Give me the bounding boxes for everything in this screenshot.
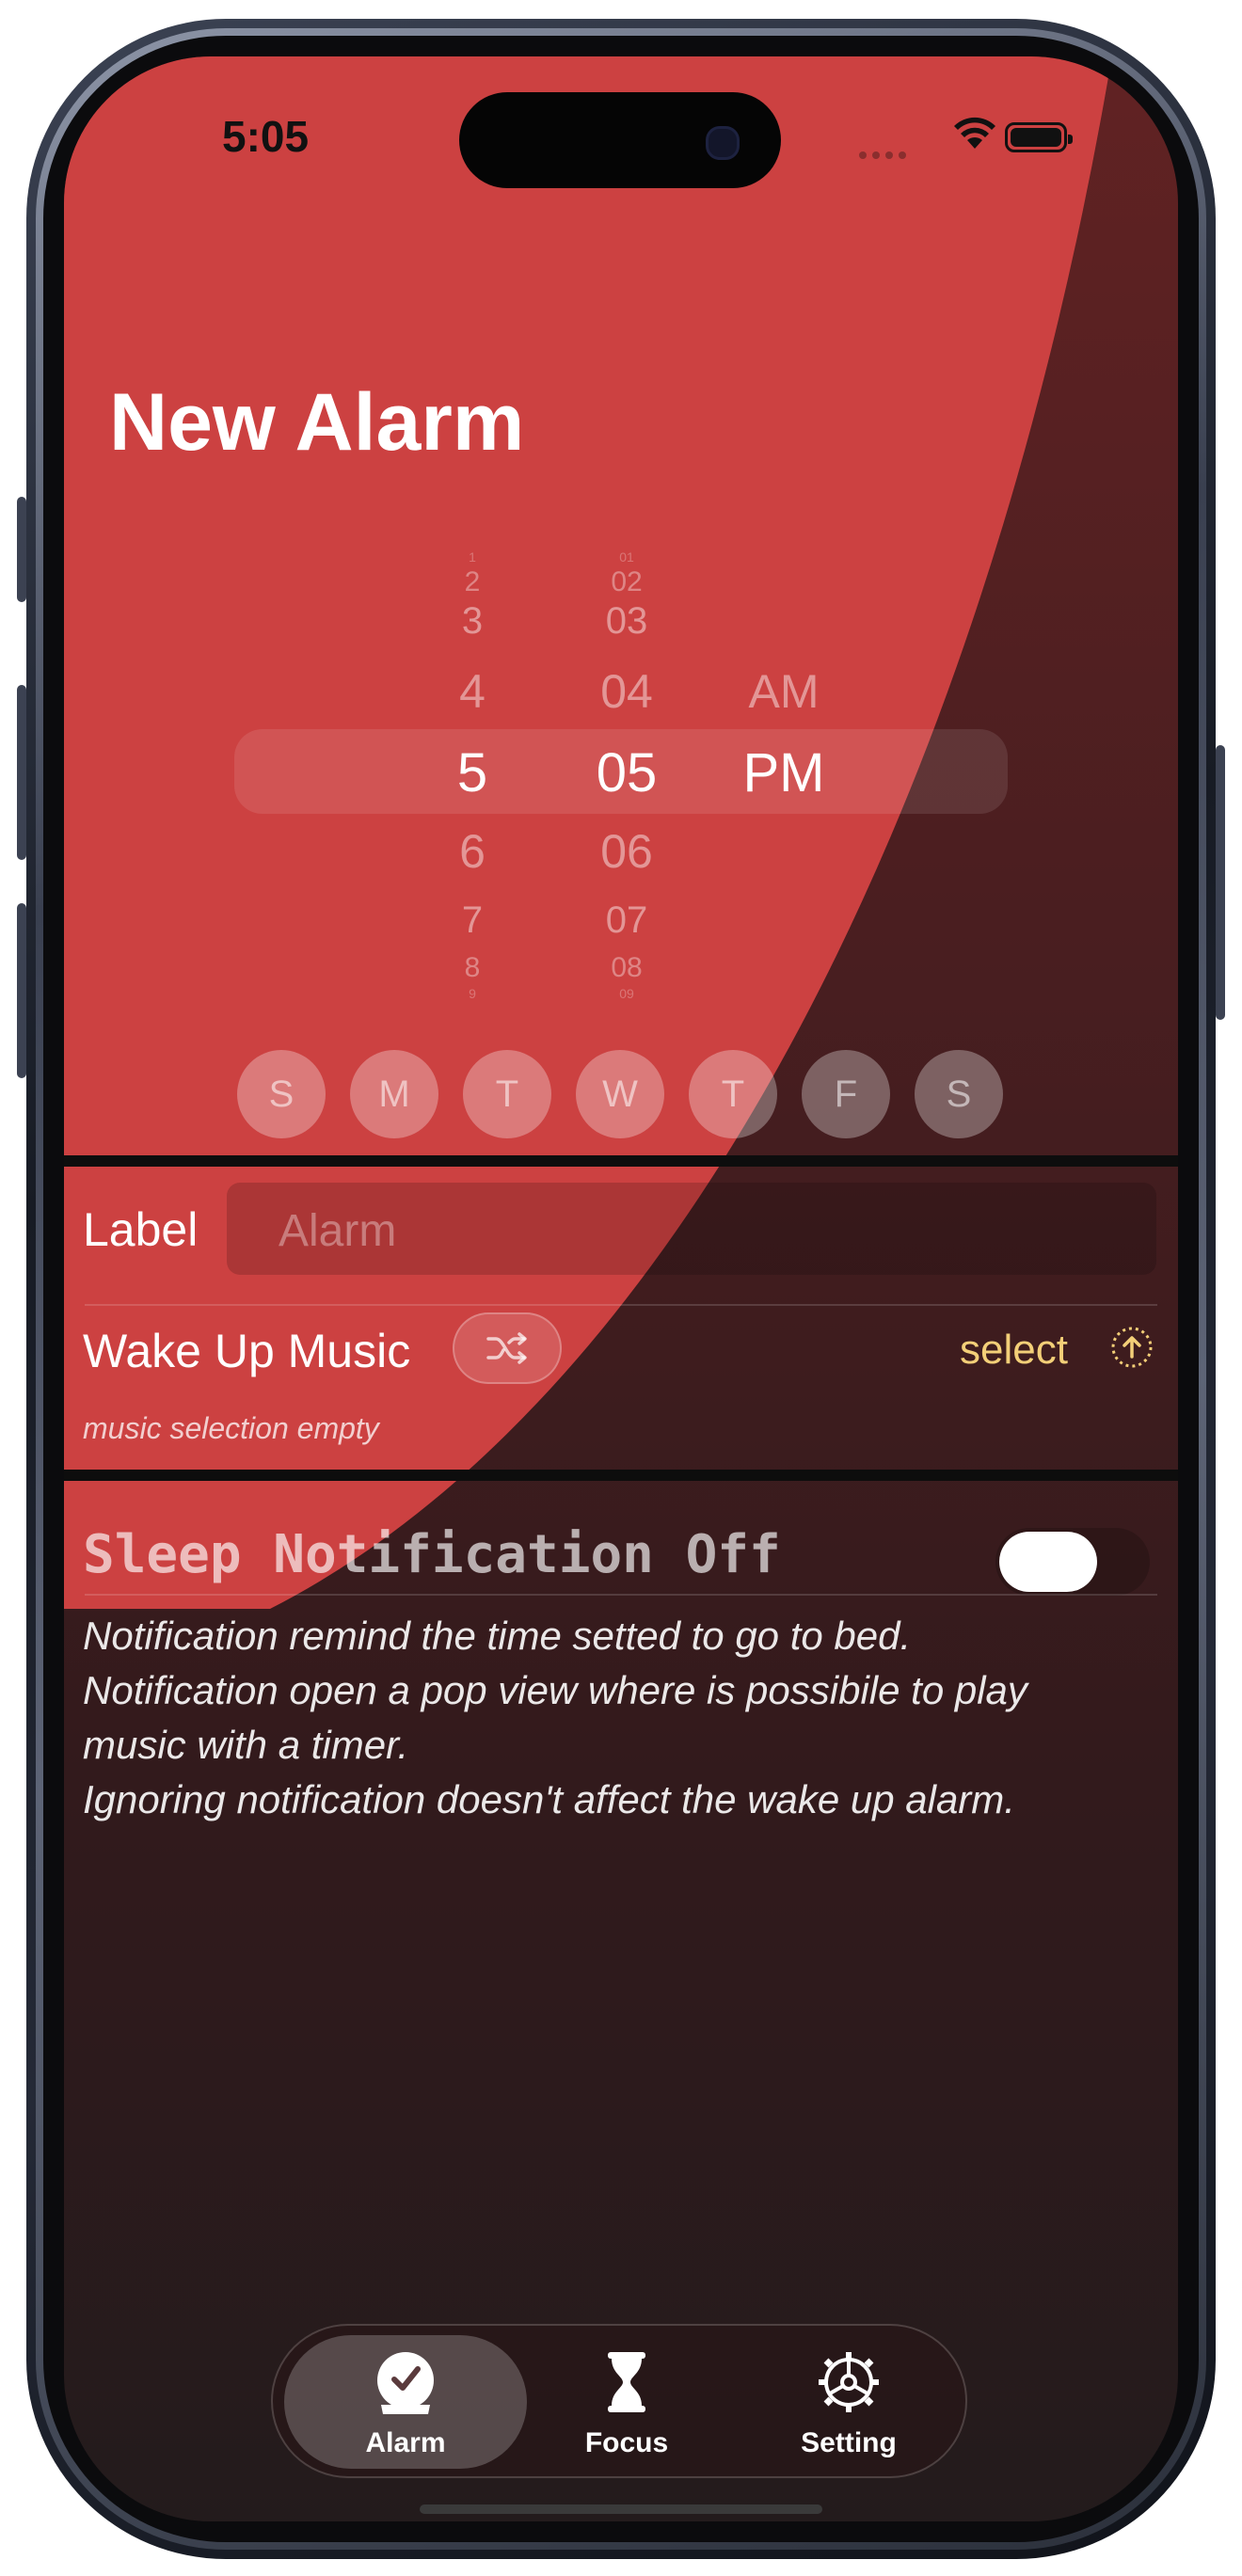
minute-option: 08: [611, 952, 643, 983]
day-friday[interactable]: F: [802, 1050, 890, 1138]
description-line: Notification open a pop view where is po…: [83, 1668, 1027, 1712]
section-divider: [64, 1470, 1178, 1481]
sleep-notification-toggle[interactable]: [995, 1528, 1150, 1596]
hour-option: 3: [461, 600, 484, 642]
hourglass-icon: [608, 2352, 645, 2412]
hour-option: 6: [459, 825, 486, 878]
day-wednesday[interactable]: W: [576, 1050, 664, 1138]
day-saturday[interactable]: S: [915, 1050, 1003, 1138]
music-empty-hint: music selection empty: [83, 1411, 379, 1445]
section-divider: [64, 1155, 1178, 1167]
period-selected: PM: [742, 742, 825, 803]
upload-circle-icon[interactable]: [1110, 1326, 1154, 1369]
shuffle-icon: [486, 1332, 527, 1364]
sleep-notification-description: Notification remind the time setted to g…: [83, 1609, 1155, 1827]
day-thursday[interactable]: T: [689, 1050, 777, 1138]
hour-option: 9: [469, 986, 476, 1001]
hour-wheel[interactable]: 1 2 3 4 5 6 7 8 9: [425, 546, 519, 1054]
signal-dots-icon: [859, 147, 919, 159]
minute-option: 02: [611, 566, 643, 597]
minute-option: 06: [600, 825, 653, 878]
tab-setting[interactable]: Setting: [736, 2326, 962, 2476]
row-separator: [85, 1304, 1157, 1306]
music-row-title: Wake Up Music: [83, 1325, 411, 1377]
label-input-placeholder: Alarm: [279, 1206, 397, 1256]
page-title: New Alarm: [109, 377, 525, 468]
day-tuesday[interactable]: T: [463, 1050, 551, 1138]
minute-option: 09: [619, 986, 634, 1001]
minute-option: 07: [605, 899, 648, 941]
day-sunday[interactable]: S: [237, 1050, 326, 1138]
shuffle-button[interactable]: [453, 1312, 562, 1384]
tab-focus[interactable]: Focus: [514, 2326, 740, 2476]
period-option-am: AM: [748, 665, 820, 718]
battery-icon: [1005, 122, 1073, 152]
description-line: Ignoring notification doesn't affect the…: [83, 1777, 1015, 1821]
alarm-check-icon: [377, 2352, 434, 2414]
description-line: Notification remind the time setted to g…: [83, 1614, 912, 1658]
sleep-notification-title: Sleep Notification Off: [83, 1524, 781, 1585]
minute-option: 01: [619, 549, 634, 564]
tab-focus-label: Focus: [584, 2427, 669, 2458]
tab-alarm[interactable]: Alarm: [293, 2326, 518, 2476]
home-indicator[interactable]: [420, 2504, 822, 2514]
day-monday[interactable]: M: [350, 1050, 438, 1138]
volume-down-button: [17, 903, 26, 1078]
minute-wheel[interactable]: 01 02 03 04 05 06 07 08 09: [570, 546, 683, 1054]
dynamic-island: [459, 92, 781, 188]
volume-up-button: [17, 685, 26, 860]
wifi-icon: [954, 117, 995, 149]
tab-alarm-label: Alarm: [365, 2427, 446, 2458]
hour-selected: 5: [456, 742, 488, 803]
minute-option: 04: [600, 665, 653, 718]
hour-option: 8: [464, 952, 481, 983]
period-wheel[interactable]: AM PM: [713, 546, 854, 828]
hour-option: 4: [459, 665, 486, 718]
description-line: music with a timer.: [83, 1723, 409, 1767]
tab-bar: Alarm Focus Setting: [271, 2324, 967, 2478]
status-time: 5:05: [222, 112, 310, 161]
hour-option: 7: [461, 899, 484, 941]
minute-option: 03: [605, 600, 648, 642]
front-camera-icon: [706, 126, 740, 160]
hour-option: 2: [464, 566, 481, 597]
tab-setting-label: Setting: [801, 2427, 897, 2458]
label-input[interactable]: Alarm: [227, 1183, 1156, 1275]
hour-option: 1: [469, 549, 476, 564]
row-separator: [85, 1594, 1157, 1596]
gear-icon: [819, 2352, 879, 2412]
power-button: [1216, 745, 1225, 1020]
action-button: [17, 497, 26, 602]
toggle-knob: [999, 1532, 1097, 1592]
select-music-link[interactable]: select: [960, 1327, 1068, 1374]
label-row-title: Label: [83, 1203, 199, 1256]
screen: 5:05 New Alarm 1 2 3 4 5 6 7 8 9 01 02 0…: [64, 56, 1178, 2521]
minute-selected: 05: [596, 742, 658, 803]
